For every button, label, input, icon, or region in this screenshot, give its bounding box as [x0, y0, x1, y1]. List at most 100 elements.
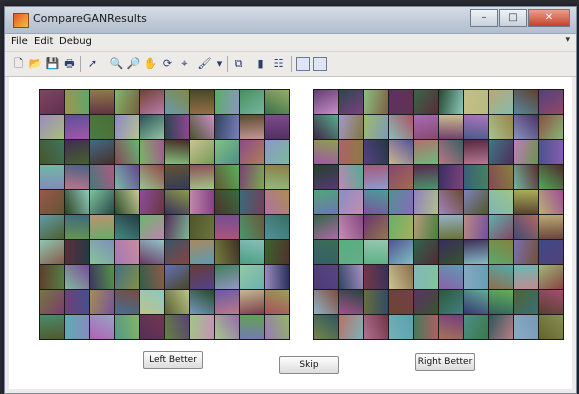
image-thumbnail — [140, 115, 164, 139]
image-thumbnail — [265, 215, 289, 239]
image-thumbnail — [314, 165, 338, 189]
image-thumbnail — [439, 215, 463, 239]
image-thumbnail — [190, 315, 214, 339]
image-thumbnail — [190, 240, 214, 264]
image-thumbnail — [464, 115, 488, 139]
toolbar-separator — [80, 56, 81, 72]
image-thumbnail — [489, 190, 513, 214]
image-thumbnail — [539, 265, 563, 289]
menu-overflow-icon[interactable]: ▾ — [565, 35, 570, 45]
menu-edit[interactable]: Edit — [34, 36, 53, 47]
image-thumbnail — [40, 190, 64, 214]
image-thumbnail — [514, 165, 538, 189]
image-thumbnail — [389, 190, 413, 214]
zoom-in-icon[interactable]: 🔍 — [109, 56, 124, 71]
image-thumbnail — [65, 240, 89, 264]
minimize-button[interactable]: – — [470, 9, 498, 27]
image-thumbnail — [489, 315, 513, 339]
image-thumbnail — [90, 315, 114, 339]
image-thumbnail — [165, 215, 189, 239]
image-thumbnail — [539, 290, 563, 314]
right-image-grid — [313, 89, 564, 340]
show-plot-tools-icon[interactable] — [313, 57, 327, 71]
image-thumbnail — [90, 190, 114, 214]
image-thumbnail — [190, 165, 214, 189]
image-thumbnail — [539, 190, 563, 214]
edit-arrow-icon[interactable]: ➚ — [85, 56, 100, 71]
image-thumbnail — [265, 290, 289, 314]
image-thumbnail — [539, 115, 563, 139]
image-thumbnail — [364, 215, 388, 239]
image-thumbnail — [439, 90, 463, 114]
image-thumbnail — [314, 290, 338, 314]
menu-file[interactable]: File — [11, 36, 28, 47]
maximize-button[interactable]: □ — [499, 9, 527, 27]
image-thumbnail — [40, 90, 64, 114]
new-figure-icon[interactable]: 🗋 — [11, 56, 26, 71]
image-thumbnail — [65, 90, 89, 114]
image-thumbnail — [539, 215, 563, 239]
image-thumbnail — [439, 190, 463, 214]
zoom-out-icon[interactable]: 🔎 — [126, 56, 141, 71]
image-thumbnail — [240, 315, 264, 339]
image-thumbnail — [514, 115, 538, 139]
image-thumbnail — [414, 315, 438, 339]
image-thumbnail — [240, 240, 264, 264]
image-thumbnail — [339, 90, 363, 114]
image-thumbnail — [40, 290, 64, 314]
hide-plot-tools-icon[interactable] — [296, 57, 310, 71]
image-thumbnail — [489, 215, 513, 239]
print-icon[interactable]: 🖶 — [62, 56, 77, 71]
image-thumbnail — [140, 290, 164, 314]
image-thumbnail — [165, 90, 189, 114]
image-thumbnail — [190, 265, 214, 289]
data-cursor-icon[interactable]: ⌖ — [177, 56, 192, 71]
image-thumbnail — [489, 165, 513, 189]
image-thumbnail — [514, 190, 538, 214]
image-thumbnail — [339, 115, 363, 139]
close-button[interactable]: ✕ — [528, 9, 570, 27]
image-thumbnail — [364, 165, 388, 189]
image-thumbnail — [489, 115, 513, 139]
image-thumbnail — [90, 115, 114, 139]
image-thumbnail — [514, 265, 538, 289]
image-thumbnail — [464, 90, 488, 114]
brush-icon[interactable]: 🖌 — [197, 56, 212, 71]
image-thumbnail — [40, 215, 64, 239]
colorbar-icon[interactable]: ▮ — [253, 56, 268, 71]
pan-hand-icon[interactable]: ✋ — [143, 56, 158, 71]
left-better-button[interactable]: Left Better — [143, 351, 203, 369]
save-icon[interactable]: 💾 — [45, 56, 60, 71]
image-thumbnail — [489, 265, 513, 289]
right-better-button[interactable]: Right Better — [415, 353, 475, 371]
image-thumbnail — [514, 315, 538, 339]
image-thumbnail — [115, 290, 139, 314]
image-thumbnail — [339, 315, 363, 339]
image-thumbnail — [65, 315, 89, 339]
image-thumbnail — [314, 115, 338, 139]
link-plot-icon[interactable]: ⧉ — [231, 56, 246, 71]
figure-canvas: Left Better Skip Right Better — [9, 77, 572, 389]
image-thumbnail — [414, 140, 438, 164]
menu-debug[interactable]: Debug — [59, 36, 92, 47]
image-thumbnail — [40, 140, 64, 164]
skip-button[interactable]: Skip — [279, 356, 339, 374]
image-thumbnail — [514, 90, 538, 114]
image-thumbnail — [140, 165, 164, 189]
image-thumbnail — [439, 140, 463, 164]
legend-icon[interactable]: ☷ — [271, 56, 286, 71]
image-thumbnail — [40, 115, 64, 139]
image-thumbnail — [389, 90, 413, 114]
brush-dropdown-icon[interactable]: ▾ — [212, 56, 227, 71]
image-thumbnail — [140, 240, 164, 264]
rotate-3d-icon[interactable]: ⟳ — [160, 56, 175, 71]
image-thumbnail — [265, 90, 289, 114]
image-thumbnail — [539, 240, 563, 264]
image-thumbnail — [389, 265, 413, 289]
image-thumbnail — [364, 190, 388, 214]
image-thumbnail — [215, 90, 239, 114]
image-thumbnail — [240, 290, 264, 314]
open-file-icon[interactable]: 📂 — [28, 56, 43, 71]
image-thumbnail — [439, 315, 463, 339]
image-thumbnail — [240, 115, 264, 139]
